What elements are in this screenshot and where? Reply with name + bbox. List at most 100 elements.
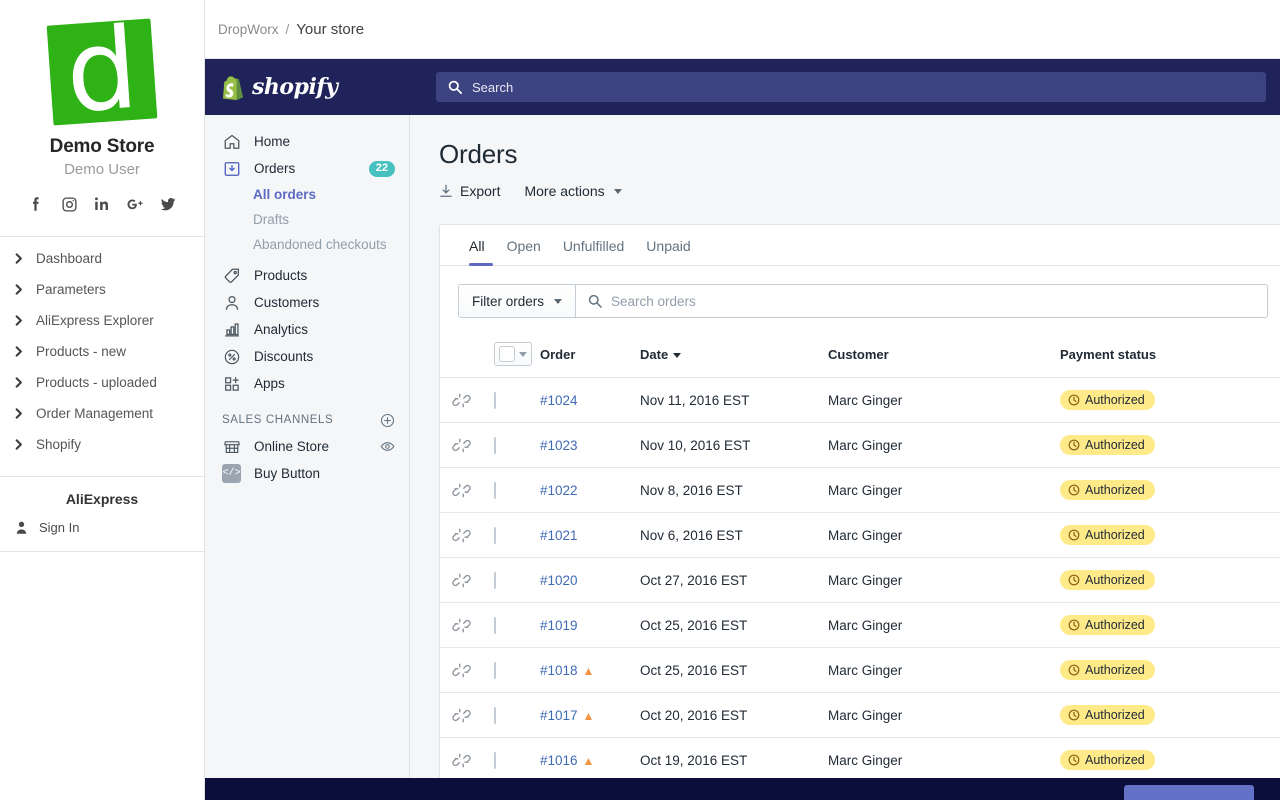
row-date-cell: Nov 6, 2016 EST: [640, 512, 828, 558]
shopify-nav-apps[interactable]: Apps: [205, 370, 409, 397]
orders-table-header-row: Order Date Customer Payment status: [440, 334, 1280, 378]
order-link[interactable]: #1023: [540, 438, 578, 453]
sidebar-item-label: Products - uploaded: [36, 375, 157, 390]
tab-all[interactable]: All: [458, 238, 496, 266]
shopify-channel-online-store[interactable]: Online Store: [205, 433, 409, 460]
table-row[interactable]: #1021 Nov 6, 2016 EST Marc Ginger Authorize…: [440, 512, 1280, 558]
table-row[interactable]: #1024 Nov 11, 2016 EST Marc Ginger Authoriz…: [440, 377, 1280, 423]
shopify-nav-customers[interactable]: Customers: [205, 289, 409, 316]
table-row[interactable]: #1023 Nov 10, 2016 EST Marc Ginger Authoriz…: [440, 422, 1280, 468]
facebook-icon[interactable]: [26, 194, 46, 214]
order-link[interactable]: #1018: [540, 663, 578, 678]
shopify-channel-buy-button[interactable]: </> Buy Button: [205, 460, 409, 487]
sidebar-item-products-new[interactable]: Products - new: [0, 336, 204, 367]
order-link[interactable]: #1016: [540, 753, 578, 768]
shopify-search-input[interactable]: Search: [436, 72, 1266, 102]
row-checkbox[interactable]: [494, 751, 496, 769]
broken-link-icon[interactable]: [452, 661, 471, 680]
breadcrumb-root-link[interactable]: DropWorx: [218, 22, 279, 37]
broken-link-icon[interactable]: [452, 706, 471, 725]
broken-link-icon[interactable]: [452, 751, 471, 770]
shopify-nav-discounts[interactable]: Discounts: [205, 343, 409, 370]
tab-open[interactable]: Open: [496, 238, 552, 265]
add-channel-icon[interactable]: [380, 413, 395, 428]
tab-unpaid[interactable]: Unpaid: [635, 238, 701, 265]
shopify-nav-products[interactable]: Products: [205, 262, 409, 289]
sidebar-item-products-uploaded[interactable]: Products - uploaded: [0, 367, 204, 398]
broken-link-icon[interactable]: [452, 526, 471, 545]
status-label: Authorized: [1085, 663, 1145, 677]
status-label: Authorized: [1085, 618, 1145, 632]
clock-icon: [1068, 574, 1080, 586]
shopify-subnav-drafts[interactable]: Drafts: [205, 207, 409, 232]
sidebar-item-parameters[interactable]: Parameters: [0, 274, 204, 305]
order-link[interactable]: #1020: [540, 573, 578, 588]
sidebar-item-shopify[interactable]: Shopify: [0, 429, 204, 460]
row-checkbox[interactable]: [494, 571, 496, 589]
table-row[interactable]: #1019 Oct 25, 2016 EST Marc Ginger Authoriz…: [440, 602, 1280, 648]
broken-link-icon[interactable]: [452, 616, 471, 635]
row-date-cell: Nov 8, 2016 EST: [640, 467, 828, 513]
broken-link-icon[interactable]: [452, 481, 471, 500]
linkedin-icon[interactable]: [92, 194, 112, 214]
order-link[interactable]: #1021: [540, 528, 578, 543]
shopify-nav-analytics[interactable]: Analytics: [205, 316, 409, 343]
row-checkbox[interactable]: [494, 481, 496, 499]
order-link[interactable]: #1024: [540, 393, 578, 408]
row-checkbox[interactable]: [494, 706, 496, 724]
more-actions-button[interactable]: More actions: [524, 183, 622, 199]
broken-link-icon[interactable]: [452, 571, 471, 590]
row-checkbox[interactable]: [494, 436, 496, 454]
row-checkbox[interactable]: [494, 661, 496, 679]
order-link[interactable]: #1022: [540, 483, 578, 498]
table-row[interactable]: #1020 Oct 27, 2016 EST Marc Ginger Authoriz…: [440, 557, 1280, 603]
sidebar-item-dashboard[interactable]: Dashboard: [0, 243, 204, 274]
tab-unfulfilled[interactable]: Unfulfilled: [552, 238, 635, 265]
orders-table: Order Date Customer Payment status #1024…: [440, 334, 1280, 800]
table-row[interactable]: #1016 ▲ Oct 19, 2016 EST Marc Ginger Authori…: [440, 737, 1280, 783]
shopify-nav-orders[interactable]: Orders 22: [205, 155, 409, 182]
col-payment-status[interactable]: Payment status: [1060, 334, 1280, 378]
col-link: [440, 334, 494, 378]
col-order[interactable]: Order: [540, 334, 640, 378]
shopify-logo[interactable]: shopify: [205, 59, 410, 115]
export-button[interactable]: Export: [439, 183, 500, 199]
aliexpress-signin-button[interactable]: Sign In: [0, 516, 204, 539]
row-checkbox[interactable]: [494, 391, 496, 409]
table-row[interactable]: #1018 ▲ Oct 25, 2016 EST Marc Ginger Authori…: [440, 647, 1280, 693]
shopify-bag-icon: [222, 75, 244, 100]
row-date-cell: Oct 25, 2016 EST: [640, 602, 828, 648]
clock-icon: [1068, 529, 1080, 541]
row-customer-cell: Marc Ginger: [828, 377, 1060, 423]
shopify-nav-home[interactable]: Home: [205, 128, 409, 155]
eye-icon[interactable]: [380, 439, 395, 454]
broken-link-icon[interactable]: [452, 391, 471, 410]
brand-block: d Demo Store Demo User: [0, 0, 204, 236]
shopify-subnav-abandoned-checkouts[interactable]: Abandoned checkouts: [205, 232, 409, 257]
table-row[interactable]: #1017 ▲ Oct 20, 2016 EST Marc Ginger Authori…: [440, 692, 1280, 738]
row-customer-cell: Marc Ginger: [828, 692, 1060, 738]
sidebar-item-aliexpress-explorer[interactable]: AliExpress Explorer: [0, 305, 204, 336]
sidebar-item-order-management[interactable]: Order Management: [0, 398, 204, 429]
col-customer[interactable]: Customer: [828, 334, 1060, 378]
storefront-icon: [222, 437, 241, 456]
order-link[interactable]: #1019: [540, 618, 578, 633]
sales-channels-header: SALES CHANNELS: [205, 407, 409, 433]
row-checkbox[interactable]: [494, 526, 496, 544]
orders-filter-row: Filter orders Search orders: [458, 284, 1268, 318]
shopify-subnav-all-orders[interactable]: All orders: [205, 182, 409, 207]
col-date[interactable]: Date: [640, 334, 828, 378]
chevron-down-icon: [554, 298, 563, 304]
bottom-primary-button[interactable]: [1124, 785, 1254, 800]
twitter-icon[interactable]: [158, 194, 178, 214]
order-link[interactable]: #1017: [540, 708, 578, 723]
googleplus-icon[interactable]: [125, 194, 145, 214]
row-checkbox[interactable]: [494, 616, 496, 634]
table-row[interactable]: #1022 Nov 8, 2016 EST Marc Ginger Authorize…: [440, 467, 1280, 513]
broken-link-icon[interactable]: [452, 436, 471, 455]
instagram-icon[interactable]: [59, 194, 79, 214]
select-all-checkbox[interactable]: [494, 342, 532, 366]
filter-orders-button[interactable]: Filter orders: [459, 285, 577, 317]
orders-card: All Open Unfulfilled Unpaid Filter order…: [439, 224, 1280, 800]
search-orders-input[interactable]: Search orders: [576, 285, 1267, 317]
